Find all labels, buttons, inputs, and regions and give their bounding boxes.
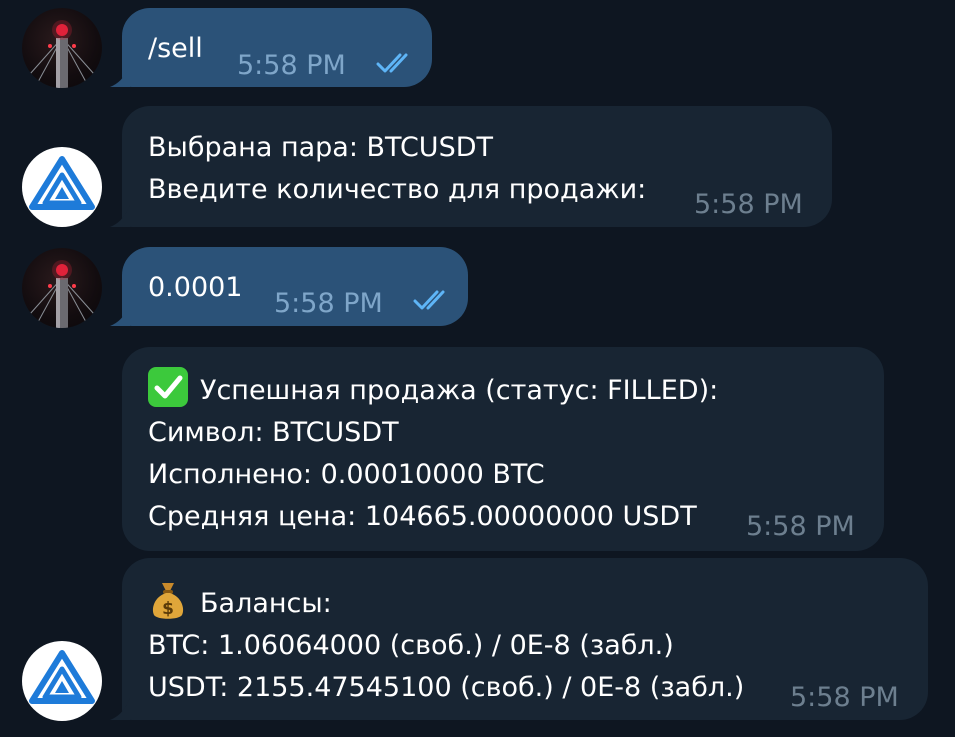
message-text: Успешная продажа (статус: FILLED):: [200, 375, 719, 406]
tower-photo-icon: [29, 20, 95, 88]
message-time: 5:58 PM: [746, 511, 855, 542]
message-text: Символ: BTCUSDT: [148, 417, 399, 448]
user-avatar[interactable]: [22, 8, 102, 88]
message-text: Балансы:: [200, 588, 332, 619]
message-line: Успешная продажа (статус: FILLED):: [148, 367, 860, 412]
message-bubble-outgoing[interactable]: /sell 5:58 PM: [110, 8, 432, 87]
message-bubble-outgoing[interactable]: 0.0001 5:58 PM: [110, 247, 468, 326]
svg-text:$: $: [162, 599, 174, 619]
message-bubble-incoming[interactable]: $ Балансы: BTC: 1.06064000 (своб.) / 0E-8…: [110, 558, 928, 720]
bot-logo-icon: [29, 650, 95, 704]
bot-avatar[interactable]: [22, 147, 102, 227]
message-text: BTC: 1.06064000 (своб.) / 0E-8 (забл.): [148, 630, 674, 661]
message-text: Выбрана пара: BTCUSDT: [148, 132, 493, 163]
bubble-tail-icon: [110, 205, 130, 227]
message-text: Исполнено: 0.00010000 BTC: [148, 459, 545, 490]
bubble-tail-icon: [110, 304, 130, 326]
user-avatar[interactable]: [22, 248, 102, 328]
message-time: 5:58 PM: [694, 189, 803, 220]
bubble-tail-icon: [110, 698, 130, 720]
tower-photo-icon: [29, 260, 95, 328]
check-mark-emoji-icon: [148, 367, 188, 407]
message-time: 5:58 PM: [790, 682, 899, 713]
money-bag-emoji-icon: $: [148, 579, 188, 621]
read-double-check-icon: [376, 53, 408, 73]
message-bubble-incoming[interactable]: Успешная продажа (статус: FILLED): Симво…: [122, 347, 884, 551]
message-time: 5:58 PM: [237, 50, 346, 81]
chat-history: /sell 5:58 PM Выбрана пара: BTCUSDT Введ…: [0, 0, 955, 737]
message-time: 5:58 PM: [274, 288, 383, 319]
bubble-tail-icon: [110, 65, 130, 87]
bot-logo-icon: [29, 156, 95, 210]
message-bubble-incoming[interactable]: Выбрана пара: BTCUSDT Введите количество…: [110, 106, 832, 227]
message-line: $ Балансы:: [148, 579, 904, 625]
read-double-check-icon: [413, 290, 445, 310]
bot-avatar[interactable]: [22, 641, 102, 721]
